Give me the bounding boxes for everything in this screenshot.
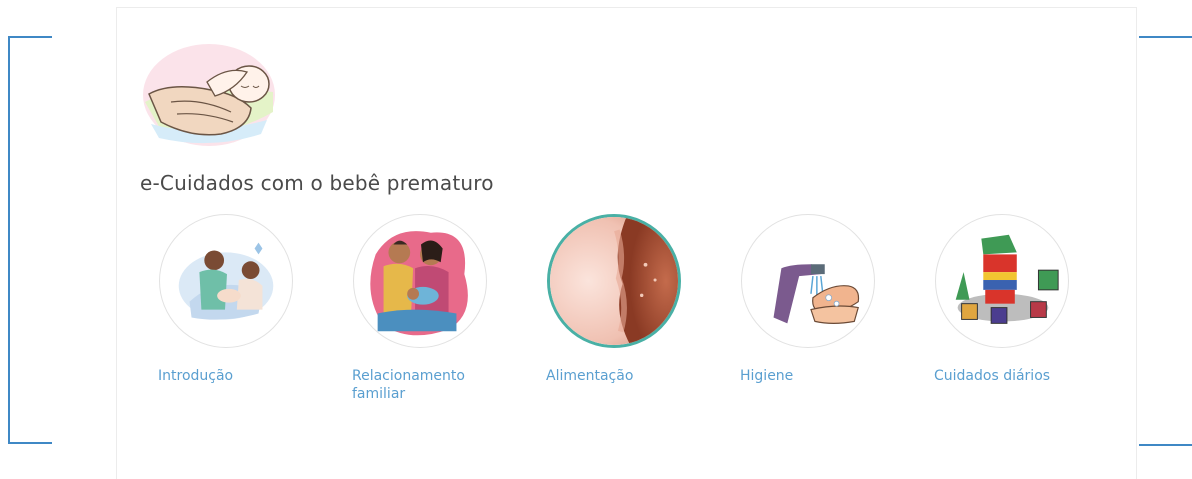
feeding-closeup-icon (547, 214, 681, 348)
topic-label: Alimentação (546, 368, 634, 384)
left-bracket-decoration (8, 36, 52, 444)
topic-label: Relacionamento familiar (352, 368, 465, 402)
toy-blocks-icon (935, 214, 1069, 348)
topic-label: Higiene (740, 368, 794, 384)
family-with-baby-icon (353, 214, 487, 348)
course-card: e-Cuidados com o bebê prematuro Introduç… (116, 7, 1137, 479)
hand-washing-icon (741, 214, 875, 348)
right-top-line-decoration (1139, 36, 1192, 38)
topic-label: Cuidados diários (934, 368, 1051, 384)
page: e-Cuidados com o bebê prematuro Introduç… (0, 0, 1192, 479)
right-bottom-line-decoration (1139, 444, 1192, 446)
premature-baby-in-hands-icon (141, 42, 277, 148)
nurse-with-mother-icon (159, 214, 293, 348)
topic-label: Introdução (158, 368, 234, 384)
page-title: e-Cuidados com o bebê prematuro (140, 171, 494, 195)
